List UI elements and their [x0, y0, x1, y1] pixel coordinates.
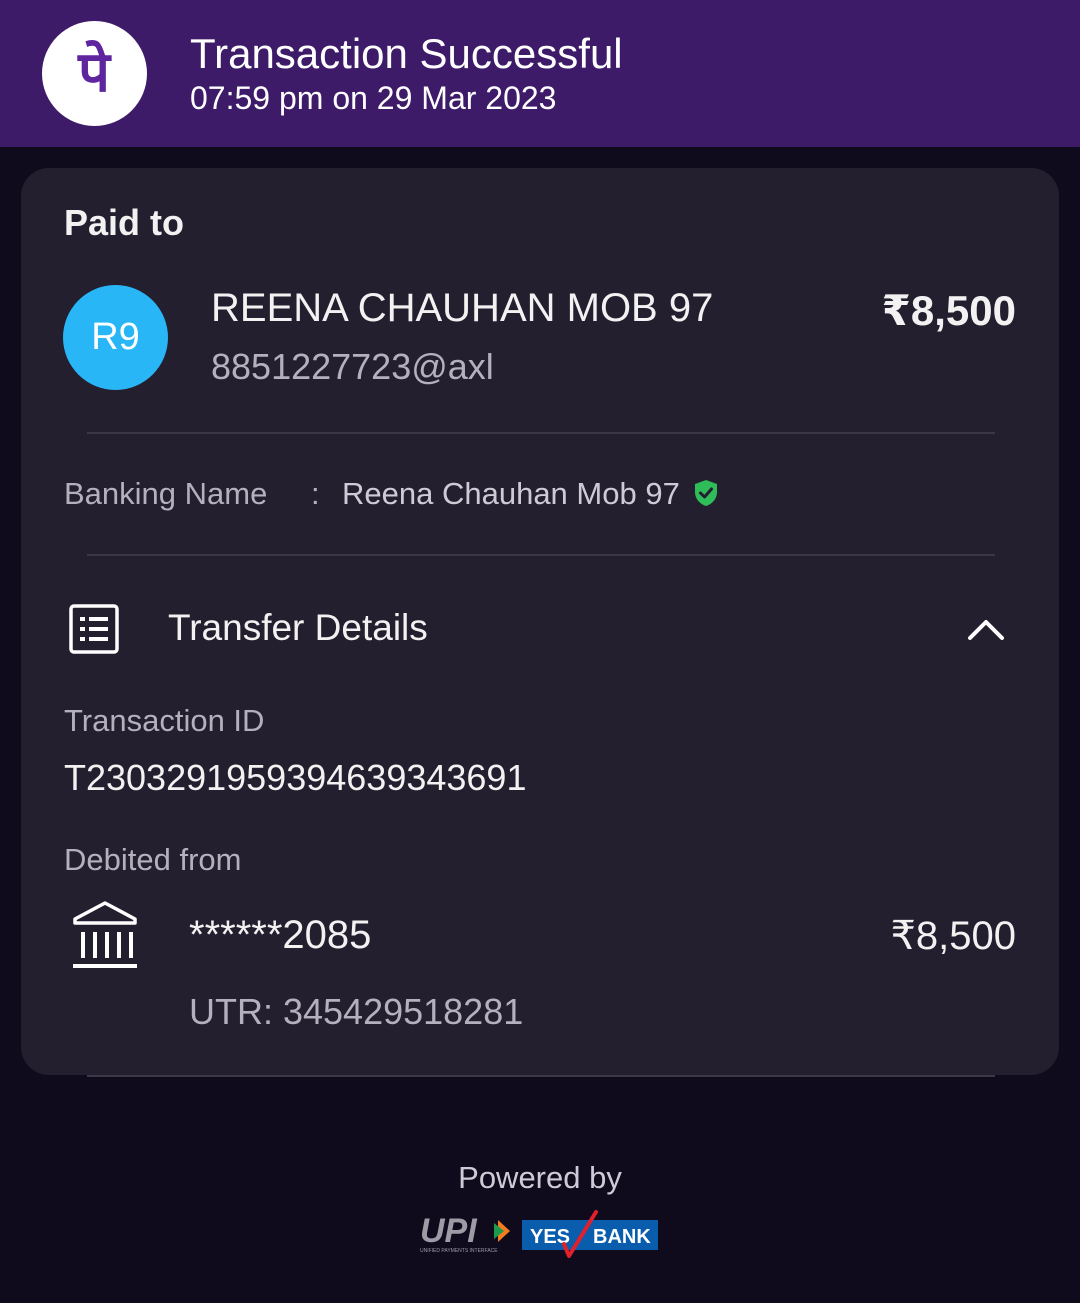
banking-name-separator: :: [311, 476, 320, 511]
banking-name-label: Banking Name: [64, 476, 268, 511]
receipt-list-icon[interactable]: [69, 604, 119, 659]
svg-text:UPI: UPI: [420, 1212, 478, 1250]
divider: [87, 1075, 995, 1077]
payee-name: REENA CHAUHAN MOB 97: [211, 286, 714, 330]
shield-check-icon: [693, 479, 719, 512]
transaction-id-value[interactable]: T2303291959394639343691: [64, 757, 526, 799]
transaction-header: पे Transaction Successful 07:59 pm on 29…: [0, 0, 1080, 147]
avatar: R9: [63, 285, 168, 390]
paid-amount: ₹8,500: [881, 287, 1016, 334]
paid-to-heading: Paid to: [64, 202, 185, 243]
chevron-up-icon[interactable]: [966, 614, 1006, 649]
payee-vpa: 8851227723@axl: [211, 346, 494, 387]
svg-text:BANK: BANK: [593, 1226, 651, 1248]
powered-by-label: Powered by: [458, 1160, 622, 1195]
status-title: Transaction Successful: [190, 30, 623, 77]
avatar-initials: R9: [91, 316, 140, 358]
upi-logo: UPI UNIFIED PAYMENTS INTERFACE: [418, 1212, 518, 1259]
utr-number[interactable]: UTR: 345429518281: [189, 991, 523, 1033]
bank-building-icon: [72, 900, 138, 977]
transaction-card: Paid to R9 REENA CHAUHAN MOB 97 88512277…: [21, 168, 1059, 1075]
banking-name-value: Reena Chauhan Mob 97: [342, 476, 680, 511]
divider: [87, 554, 995, 556]
divider: [87, 432, 995, 434]
svg-text:पे: पे: [77, 39, 112, 105]
phonepe-logo-icon: पे: [77, 39, 112, 105]
debited-from-label: Debited from: [64, 842, 242, 877]
phonepe-logo: पे: [42, 21, 147, 126]
svg-text:UNIFIED PAYMENTS INTERFACE: UNIFIED PAYMENTS INTERFACE: [420, 1248, 498, 1254]
debit-amount: ₹8,500: [890, 914, 1016, 958]
transfer-details-title[interactable]: Transfer Details: [168, 607, 428, 649]
debit-account-number: ******2085: [189, 913, 372, 957]
yes-bank-logo: YES BANK: [522, 1210, 660, 1265]
transaction-id-label: Transaction ID: [64, 703, 265, 738]
transaction-datetime: 07:59 pm on 29 Mar 2023: [190, 80, 557, 116]
